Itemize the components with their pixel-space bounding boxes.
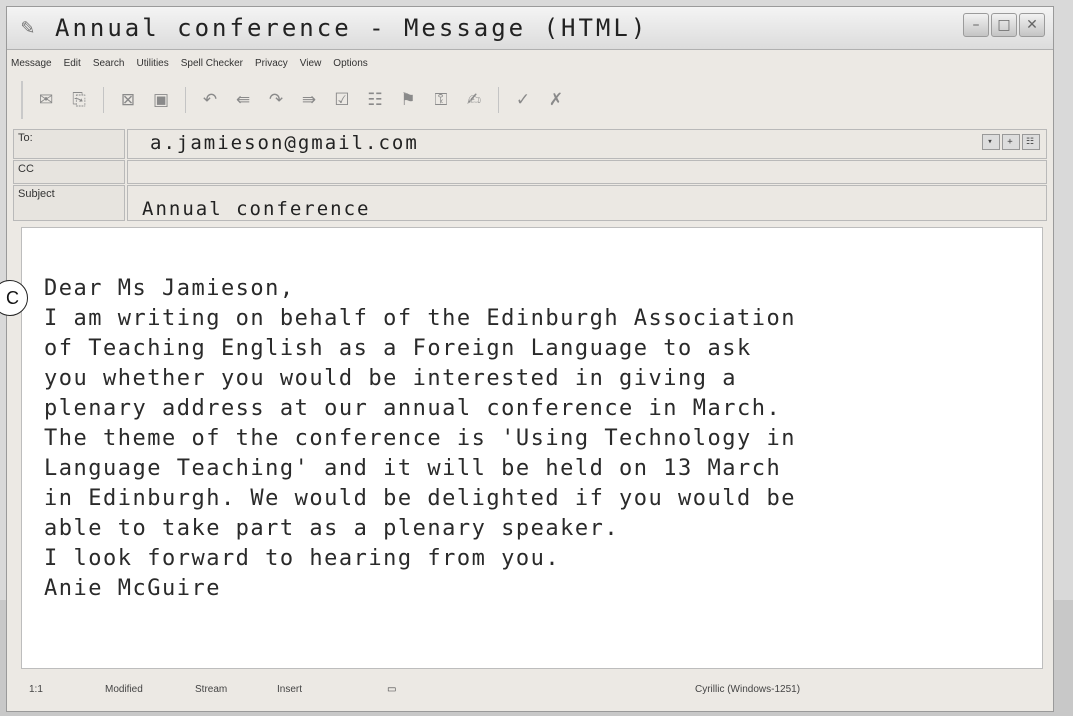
reply-all-icon[interactable]: ⇚ xyxy=(230,87,256,113)
sign-icon[interactable]: ✍ xyxy=(461,87,487,113)
body-line: able to take part as a plenary speaker. xyxy=(44,516,620,541)
add-recipient-icon[interactable]: + xyxy=(1002,134,1020,150)
close-icon[interactable]: ✕ xyxy=(1019,13,1045,37)
letter-icon: ✎ xyxy=(21,15,35,40)
send-icon[interactable]: ✉ xyxy=(33,87,59,113)
body-line: you whether you would be interested in g… xyxy=(44,366,738,391)
to-value: a.jamieson@gmail.com xyxy=(150,132,419,154)
status-bar: 1:1 Modified Stream Insert ▭ Cyrillic (W… xyxy=(15,673,1045,707)
menu-spell-checker[interactable]: Spell Checker xyxy=(181,58,243,69)
menu-search[interactable]: Search xyxy=(93,58,125,69)
toolbar-divider xyxy=(498,87,499,113)
menu-utilities[interactable]: Utilities xyxy=(137,58,169,69)
to-controls: ▾ + ☷ xyxy=(982,134,1040,150)
body-line: Dear Ms Jamieson, xyxy=(44,276,295,301)
body-line: The theme of the conference is 'Using Te… xyxy=(44,426,797,451)
body-line: plenary address at our annual conference… xyxy=(44,396,782,421)
address-book-icon[interactable]: ☷ xyxy=(362,87,388,113)
cc-label[interactable]: CC xyxy=(13,160,125,184)
body-line: Anie McGuire xyxy=(44,576,221,601)
menu-edit[interactable]: Edit xyxy=(64,58,81,69)
subject-row: Subject Annual conference xyxy=(13,185,1047,221)
cc-field[interactable] xyxy=(127,160,1047,184)
window-title: Annual conference - Message (HTML) xyxy=(55,14,649,42)
body-line: I look forward to hearing from you. xyxy=(44,546,561,571)
window-controls: – □ ✕ xyxy=(963,13,1045,37)
menu-privacy[interactable]: Privacy xyxy=(255,58,288,69)
toolbar-divider xyxy=(103,87,104,113)
message-body-text: Dear Ms Jamieson, I am writing on behalf … xyxy=(44,244,796,664)
flag-icon[interactable]: ⚑ xyxy=(395,87,421,113)
toolbar: ✉ ⎘ ⊠ ▣ ↶ ⇚ ↷ ⇛ ☑ ☷ ⚑ ⚿ ✍ ✓ ✗ xyxy=(21,81,913,119)
status-modified: Modified xyxy=(105,684,143,695)
to-label[interactable]: To: xyxy=(13,129,125,159)
delete-icon[interactable]: ⊠ xyxy=(115,87,141,113)
toolbar-divider xyxy=(185,87,186,113)
spell-check-icon[interactable]: ✓ xyxy=(510,87,536,113)
message-window: ✎ Annual conference - Message (HTML) – □… xyxy=(6,6,1054,712)
status-stream: Stream xyxy=(195,684,228,695)
title-bar[interactable]: ✎ Annual conference - Message (HTML) – □… xyxy=(7,7,1053,50)
menu-message[interactable]: Message xyxy=(11,58,52,69)
to-row: To: a.jamieson@gmail.com ▾ + ☷ xyxy=(13,129,1047,159)
subject-label: Subject xyxy=(13,185,125,221)
cursor-position: 1:1 xyxy=(29,684,43,695)
body-line: of Teaching English as a Foreign Languag… xyxy=(44,336,752,361)
status-encoding[interactable]: Cyrillic (Windows-1251) xyxy=(695,684,800,695)
body-line: in Edinburgh. We would be delighted if y… xyxy=(44,486,797,511)
subject-field[interactable]: Annual conference xyxy=(127,185,1047,221)
address-book-small-icon[interactable]: ☷ xyxy=(1022,134,1040,150)
forward-attach-icon[interactable]: ⇛ xyxy=(296,87,322,113)
status-indicator-icon: ▭ xyxy=(387,684,397,695)
minimize-icon[interactable]: – xyxy=(963,13,989,37)
menu-options[interactable]: Options xyxy=(333,58,367,69)
close-message-icon[interactable]: ✗ xyxy=(543,87,569,113)
forward-icon[interactable]: ↷ xyxy=(263,87,289,113)
dropdown-arrow-icon[interactable]: ▾ xyxy=(982,134,1000,150)
image-icon[interactable]: ▣ xyxy=(148,87,174,113)
check-names-icon[interactable]: ☑ xyxy=(329,87,355,113)
encrypt-icon[interactable]: ⚿ xyxy=(428,87,454,113)
maximize-icon[interactable]: □ xyxy=(991,13,1017,37)
body-line: I am writing on behalf of the Edinburgh … xyxy=(44,306,797,331)
message-body[interactable]: Dear Ms Jamieson, I am writing on behalf … xyxy=(21,227,1043,669)
to-field[interactable]: a.jamieson@gmail.com ▾ + ☷ xyxy=(127,129,1047,159)
menu-bar: Message Edit Search Utilities Spell Chec… xyxy=(7,51,1053,75)
status-insert: Insert xyxy=(277,684,303,695)
message-header: To: a.jamieson@gmail.com ▾ + ☷ CC Subjec… xyxy=(13,129,1047,221)
cc-row: CC xyxy=(13,160,1047,184)
reply-icon[interactable]: ↶ xyxy=(197,87,223,113)
menu-view[interactable]: View xyxy=(300,58,322,69)
attach-icon[interactable]: ⎘ xyxy=(66,87,92,113)
body-line: Language Teaching' and it will be held o… xyxy=(44,456,782,481)
